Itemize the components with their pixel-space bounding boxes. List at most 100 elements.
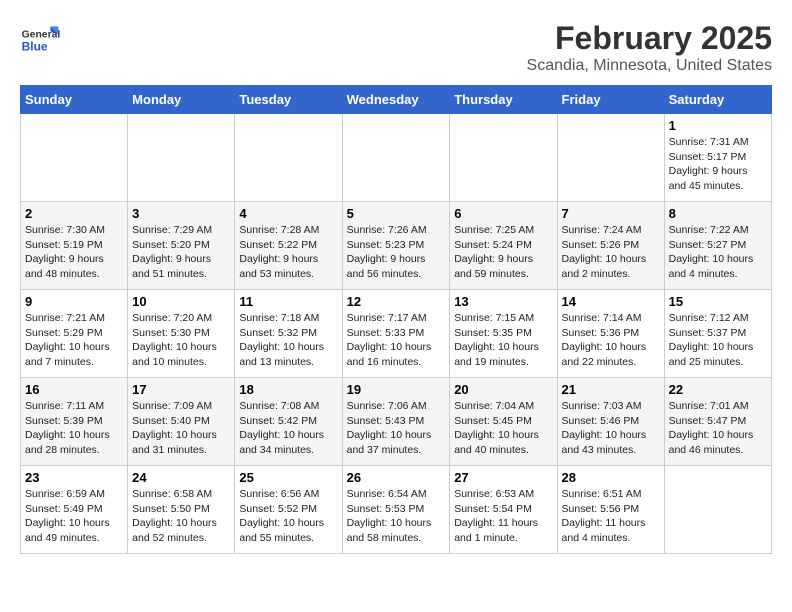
calendar-cell: 23 Sunrise: 6:59 AM Sunset: 5:49 PM Dayli…	[21, 466, 128, 554]
day-info: Sunrise: 7:17 AM Sunset: 5:33 PM Dayligh…	[347, 311, 446, 370]
week-row-0: 1 Sunrise: 7:31 AM Sunset: 5:17 PM Daylig…	[21, 114, 772, 202]
calendar-cell: 21Sunrise: 7:03 AM Sunset: 5:46 PM Dayli…	[557, 378, 664, 466]
header-tuesday: Tuesday	[235, 86, 342, 114]
calendar-cell: 2 Sunrise: 7:30 AM Sunset: 5:19 PM Daylig…	[21, 202, 128, 290]
day-info: Sunrise: 7:12 AM Sunset: 5:37 PM Dayligh…	[669, 311, 767, 370]
day-info: Sunrise: 7:26 AM Sunset: 5:23 PM Dayligh…	[347, 223, 446, 282]
day-info: Sunrise: 7:30 AM Sunset: 5:19 PM Dayligh…	[25, 223, 123, 282]
calendar-cell: 25 Sunrise: 6:56 AM Sunset: 5:52 PM Dayli…	[235, 466, 342, 554]
calendar-cell	[557, 114, 664, 202]
calendar-cell	[450, 114, 557, 202]
day-info: Sunrise: 7:11 AM Sunset: 5:39 PM Dayligh…	[25, 399, 123, 458]
week-row-1: 2 Sunrise: 7:30 AM Sunset: 5:19 PM Daylig…	[21, 202, 772, 290]
calendar-header-row: SundayMondayTuesdayWednesdayThursdayFrid…	[21, 86, 772, 114]
header-wednesday: Wednesday	[342, 86, 450, 114]
day-info: Sunrise: 7:03 AM Sunset: 5:46 PM Dayligh…	[562, 399, 660, 458]
week-row-3: 16 Sunrise: 7:11 AM Sunset: 5:39 PM Dayli…	[21, 378, 772, 466]
calendar-cell: 6 Sunrise: 7:25 AM Sunset: 5:24 PM Daylig…	[450, 202, 557, 290]
calendar-cell: 4 Sunrise: 7:28 AM Sunset: 5:22 PM Daylig…	[235, 202, 342, 290]
day-number: 7	[562, 206, 660, 221]
day-info: Sunrise: 7:14 AM Sunset: 5:36 PM Dayligh…	[562, 311, 660, 370]
svg-text:Blue: Blue	[22, 39, 48, 53]
day-info: Sunrise: 6:51 AM Sunset: 5:56 PM Dayligh…	[562, 487, 660, 546]
day-info: Sunrise: 7:06 AM Sunset: 5:43 PM Dayligh…	[347, 399, 446, 458]
day-number: 22	[669, 382, 767, 397]
day-info: Sunrise: 7:24 AM Sunset: 5:26 PM Dayligh…	[562, 223, 660, 282]
header-sunday: Sunday	[21, 86, 128, 114]
day-info: Sunrise: 7:08 AM Sunset: 5:42 PM Dayligh…	[239, 399, 337, 458]
calendar-cell	[664, 466, 771, 554]
day-number: 19	[347, 382, 446, 397]
calendar-cell: 19 Sunrise: 7:06 AM Sunset: 5:43 PM Dayli…	[342, 378, 450, 466]
calendar-cell: 24 Sunrise: 6:58 AM Sunset: 5:50 PM Dayli…	[128, 466, 235, 554]
day-info: Sunrise: 7:01 AM Sunset: 5:47 PM Dayligh…	[669, 399, 767, 458]
day-number: 25	[239, 470, 337, 485]
day-number: 2	[25, 206, 123, 221]
calendar-cell	[342, 114, 450, 202]
calendar-cell	[235, 114, 342, 202]
day-number: 5	[347, 206, 446, 221]
calendar-cell: 26 Sunrise: 6:54 AM Sunset: 5:53 PM Dayli…	[342, 466, 450, 554]
day-number: 20	[454, 382, 552, 397]
calendar-cell: 11 Sunrise: 7:18 AM Sunset: 5:32 PM Dayli…	[235, 290, 342, 378]
day-info: Sunrise: 7:18 AM Sunset: 5:32 PM Dayligh…	[239, 311, 337, 370]
calendar-cell: 17 Sunrise: 7:09 AM Sunset: 5:40 PM Dayli…	[128, 378, 235, 466]
title-block: February 2025 Scandia, Minnesota, United…	[527, 20, 772, 75]
calendar-table: SundayMondayTuesdayWednesdayThursdayFrid…	[20, 85, 772, 554]
day-number: 28	[562, 470, 660, 485]
calendar-cell	[128, 114, 235, 202]
day-number: 12	[347, 294, 446, 309]
calendar-cell: 8Sunrise: 7:22 AM Sunset: 5:27 PM Daylig…	[664, 202, 771, 290]
day-number: 6	[454, 206, 552, 221]
day-number: 14	[562, 294, 660, 309]
day-info: Sunrise: 7:25 AM Sunset: 5:24 PM Dayligh…	[454, 223, 552, 282]
day-info: Sunrise: 6:59 AM Sunset: 5:49 PM Dayligh…	[25, 487, 123, 546]
day-number: 4	[239, 206, 337, 221]
day-number: 23	[25, 470, 123, 485]
day-number: 27	[454, 470, 552, 485]
day-number: 16	[25, 382, 123, 397]
day-number: 13	[454, 294, 552, 309]
day-info: Sunrise: 7:09 AM Sunset: 5:40 PM Dayligh…	[132, 399, 230, 458]
calendar-cell: 9Sunrise: 7:21 AM Sunset: 5:29 PM Daylig…	[21, 290, 128, 378]
logo: General Blue	[20, 20, 66, 60]
calendar-cell: 15 Sunrise: 7:12 AM Sunset: 5:37 PM Dayli…	[664, 290, 771, 378]
day-number: 10	[132, 294, 230, 309]
day-number: 1	[669, 118, 767, 133]
calendar-cell: 12 Sunrise: 7:17 AM Sunset: 5:33 PM Dayli…	[342, 290, 450, 378]
day-number: 17	[132, 382, 230, 397]
day-number: 24	[132, 470, 230, 485]
calendar-cell: 13Sunrise: 7:15 AM Sunset: 5:35 PM Dayli…	[450, 290, 557, 378]
week-row-4: 23 Sunrise: 6:59 AM Sunset: 5:49 PM Dayli…	[21, 466, 772, 554]
calendar-cell: 16 Sunrise: 7:11 AM Sunset: 5:39 PM Dayli…	[21, 378, 128, 466]
month-title: February 2025	[527, 20, 772, 57]
location: Scandia, Minnesota, United States	[527, 57, 772, 75]
day-number: 26	[347, 470, 446, 485]
day-info: Sunrise: 6:56 AM Sunset: 5:52 PM Dayligh…	[239, 487, 337, 546]
day-info: Sunrise: 7:04 AM Sunset: 5:45 PM Dayligh…	[454, 399, 552, 458]
day-info: Sunrise: 6:54 AM Sunset: 5:53 PM Dayligh…	[347, 487, 446, 546]
day-info: Sunrise: 7:31 AM Sunset: 5:17 PM Dayligh…	[669, 135, 767, 194]
calendar-cell	[21, 114, 128, 202]
header-friday: Friday	[557, 86, 664, 114]
calendar-cell: 1 Sunrise: 7:31 AM Sunset: 5:17 PM Daylig…	[664, 114, 771, 202]
header-saturday: Saturday	[664, 86, 771, 114]
calendar-cell: 27 Sunrise: 6:53 AM Sunset: 5:54 PM Dayli…	[450, 466, 557, 554]
day-number: 11	[239, 294, 337, 309]
day-info: Sunrise: 7:20 AM Sunset: 5:30 PM Dayligh…	[132, 311, 230, 370]
day-info: Sunrise: 7:28 AM Sunset: 5:22 PM Dayligh…	[239, 223, 337, 282]
day-number: 9	[25, 294, 123, 309]
calendar-cell: 18 Sunrise: 7:08 AM Sunset: 5:42 PM Dayli…	[235, 378, 342, 466]
page-header: General Blue February 2025 Scandia, Minn…	[20, 20, 772, 75]
day-info: Sunrise: 7:29 AM Sunset: 5:20 PM Dayligh…	[132, 223, 230, 282]
day-info: Sunrise: 6:58 AM Sunset: 5:50 PM Dayligh…	[132, 487, 230, 546]
day-number: 15	[669, 294, 767, 309]
calendar-cell: 3Sunrise: 7:29 AM Sunset: 5:20 PM Daylig…	[128, 202, 235, 290]
header-monday: Monday	[128, 86, 235, 114]
day-number: 8	[669, 206, 767, 221]
day-info: Sunrise: 6:53 AM Sunset: 5:54 PM Dayligh…	[454, 487, 552, 546]
calendar-cell: 20 Sunrise: 7:04 AM Sunset: 5:45 PM Dayli…	[450, 378, 557, 466]
week-row-2: 9Sunrise: 7:21 AM Sunset: 5:29 PM Daylig…	[21, 290, 772, 378]
day-number: 18	[239, 382, 337, 397]
calendar-cell: 10 Sunrise: 7:20 AM Sunset: 5:30 PM Dayli…	[128, 290, 235, 378]
